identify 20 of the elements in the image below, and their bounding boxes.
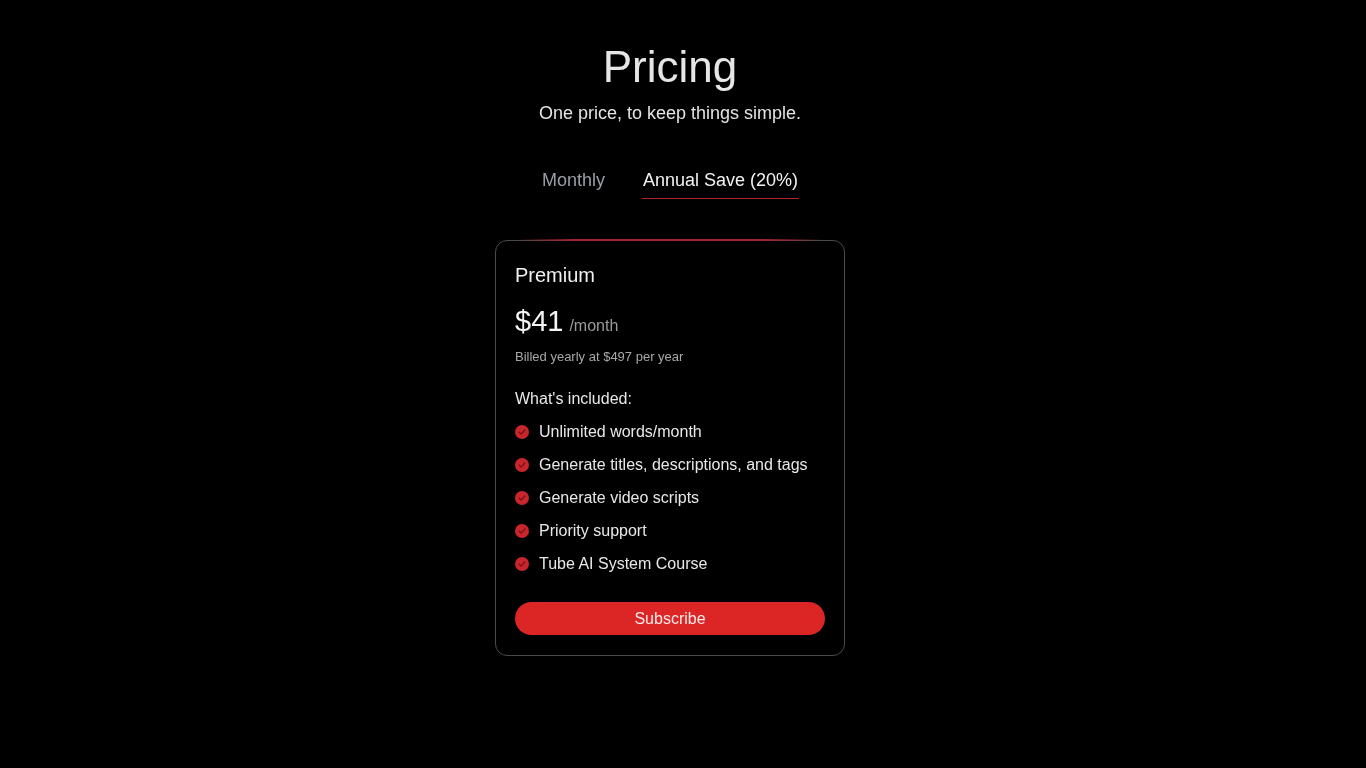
billing-tab[interactable]: Monthly [540,169,606,199]
billing-tab[interactable]: Annual Save (20%) [641,169,800,199]
page-subtitle: One price, to keep things simple. [538,102,802,124]
billing-note: Billed yearly at $497 per year [515,349,685,365]
features-heading: What's included: [515,389,633,409]
plan-price: $41 [515,304,564,338]
check-circle-icon [515,557,529,571]
subscribe-button[interactable]: Subscribe [515,602,825,635]
price-period: /month [569,317,619,335]
check-circle-icon [515,425,529,439]
page-title: Pricing [602,41,738,93]
check-circle-icon [515,458,529,472]
feature-text: Priority support [539,521,647,541]
feature-text: Tube AI System Course [539,554,708,574]
feature-text: Generate titles, descriptions, and tags [539,455,808,475]
feature-text: Generate video scripts [539,488,700,508]
plan-name: Premium [515,263,596,287]
feature-text: Unlimited words/month [539,422,702,442]
check-circle-icon [515,491,529,505]
check-circle-icon [515,524,529,538]
